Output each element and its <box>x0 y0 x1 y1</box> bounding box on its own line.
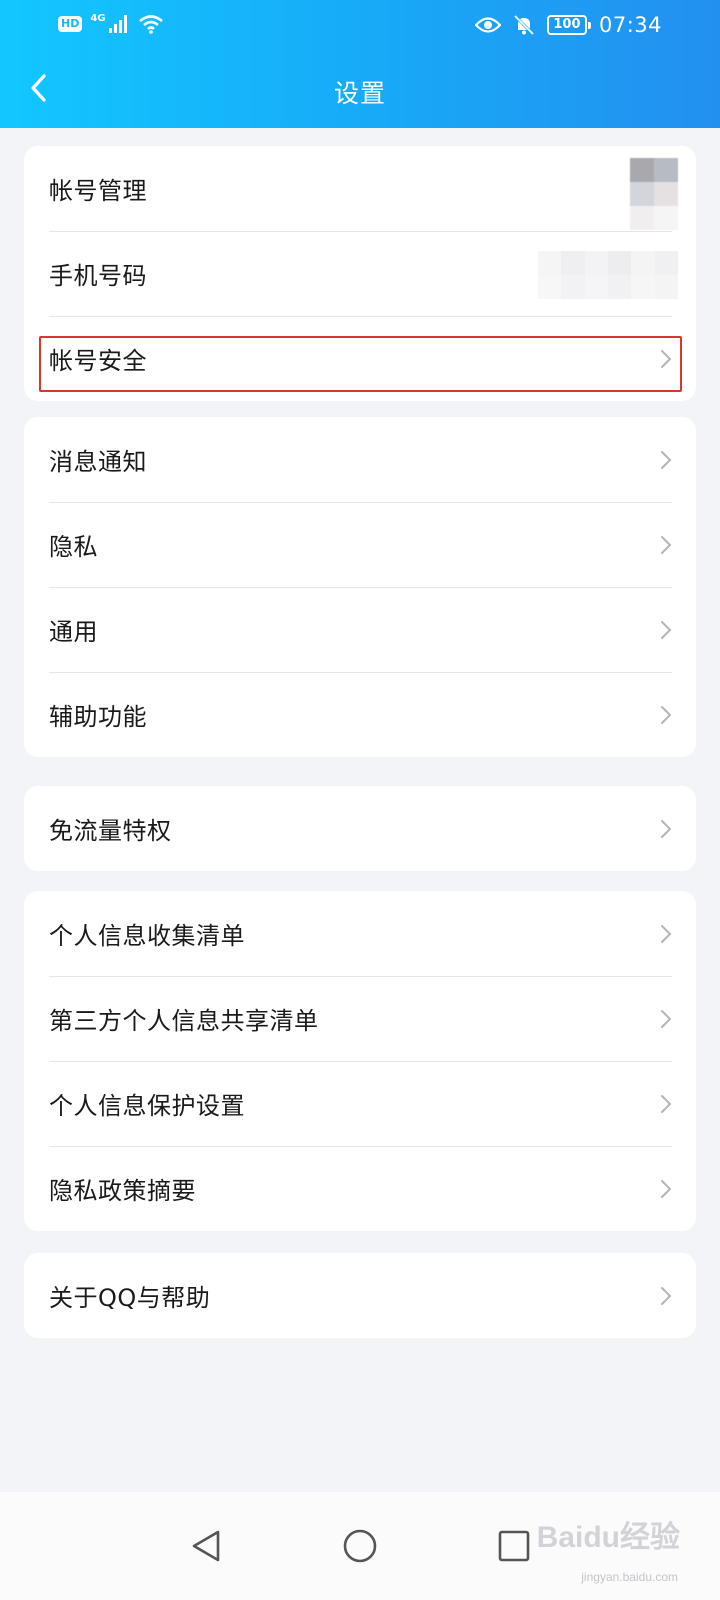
settings-item-label: 辅助功能 <box>49 703 147 731</box>
settings-item-label: 帐号管理 <box>49 177 147 205</box>
settings-item-general[interactable]: 通用 <box>24 587 696 672</box>
chevron-right-icon <box>661 450 672 469</box>
chevron-right-icon <box>661 1009 672 1028</box>
circle-home-icon <box>343 1529 377 1563</box>
settings-item-info-collection-list[interactable]: 个人信息收集清单 <box>24 891 696 976</box>
settings-item-label: 消息通知 <box>49 448 147 476</box>
triangle-back-icon <box>192 1530 220 1562</box>
chevron-right-icon <box>661 349 672 368</box>
about-group: 关于QQ与帮助 <box>24 1253 696 1338</box>
square-recents-icon <box>498 1530 530 1562</box>
chevron-right-icon <box>661 1179 672 1198</box>
chevron-right-icon <box>661 1094 672 1113</box>
eye-icon <box>474 17 501 33</box>
page-title: 设置 <box>333 79 386 108</box>
chevron-right-icon <box>661 924 672 943</box>
settings-item-label: 隐私政策摘要 <box>49 1177 196 1205</box>
watermark-logo: Baidu经验 <box>536 1521 680 1554</box>
settings-item-info-protection[interactable]: 个人信息保护设置 <box>24 1061 696 1146</box>
phone-number-value <box>538 251 678 299</box>
settings-item-third-party-sharing-list[interactable]: 第三方个人信息共享清单 <box>24 976 696 1061</box>
bell-mute-icon <box>513 14 535 36</box>
settings-item-accessibility[interactable]: 辅助功能 <box>24 672 696 757</box>
settings-item-label: 帐号安全 <box>49 347 147 375</box>
hd-badge: HD <box>58 16 83 32</box>
settings-item-account-security[interactable]: 帐号安全 <box>24 316 696 401</box>
personal-info-group: 个人信息收集清单 第三方个人信息共享清单 个人信息保护设置 隐私政策摘要 <box>24 891 696 1231</box>
data-free-group: 免流量特权 <box>24 786 696 871</box>
chevron-right-icon <box>661 1286 672 1305</box>
wifi-icon <box>138 15 163 34</box>
avatar <box>606 158 678 230</box>
settings-item-label: 隐私 <box>49 533 98 561</box>
settings-item-notifications[interactable]: 消息通知 <box>24 417 696 502</box>
network-type-label: 4G <box>90 12 106 24</box>
settings-item-label: 个人信息保护设置 <box>49 1092 245 1120</box>
chevron-right-icon <box>661 819 672 838</box>
settings-item-label: 免流量特权 <box>49 817 172 845</box>
chevron-right-icon <box>661 620 672 639</box>
general-group: 消息通知 隐私 通用 辅助功能 <box>24 417 696 757</box>
settings-item-about-help[interactable]: 关于QQ与帮助 <box>24 1253 696 1338</box>
battery-indicator: 100 <box>546 15 591 35</box>
app-header: HD 4G 100 07:34 设置 <box>0 0 720 128</box>
signal-icon <box>108 15 127 33</box>
chevron-right-icon <box>661 705 672 724</box>
settings-item-privacy[interactable]: 隐私 <box>24 502 696 587</box>
settings-item-label: 通用 <box>49 618 98 646</box>
settings-item-label: 个人信息收集清单 <box>49 922 245 950</box>
chevron-right-icon <box>661 535 672 554</box>
nav-home-button[interactable] <box>332 1518 388 1574</box>
settings-item-data-free-privilege[interactable]: 免流量特权 <box>24 786 696 871</box>
settings-item-account-management[interactable]: 帐号管理 <box>24 146 696 231</box>
clock: 07:34 <box>598 13 662 37</box>
settings-item-phone-number[interactable]: 手机号码 <box>24 231 696 316</box>
watermark-url: jingyan.baidu.com <box>581 1570 678 1584</box>
account-group: 帐号管理 手机号码 帐号安全 <box>24 146 696 401</box>
nav-bar: 设置 <box>0 52 720 128</box>
settings-item-label: 关于QQ与帮助 <box>49 1284 211 1312</box>
nav-recents-button[interactable] <box>486 1518 542 1574</box>
settings-item-label: 第三方个人信息共享清单 <box>49 1007 319 1035</box>
settings-item-privacy-policy-summary[interactable]: 隐私政策摘要 <box>24 1146 696 1231</box>
nav-back-button[interactable] <box>178 1518 234 1574</box>
status-bar: HD 4G 100 07:34 <box>0 0 720 52</box>
settings-item-label: 手机号码 <box>49 262 147 290</box>
